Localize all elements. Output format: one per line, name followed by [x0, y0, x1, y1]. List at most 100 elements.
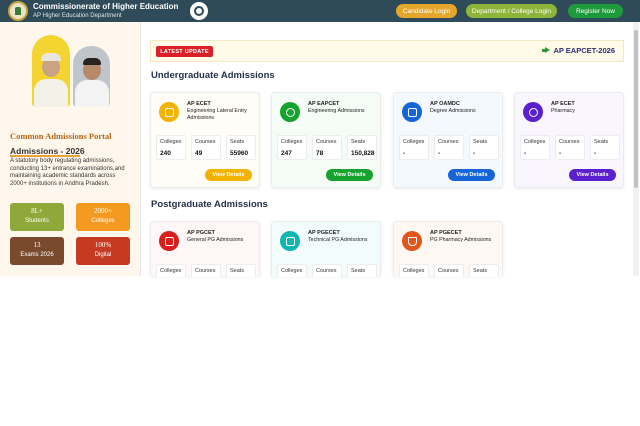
stat-value: 55960 — [230, 150, 249, 157]
stat-label: Courses — [316, 139, 337, 145]
stat-value: - — [438, 150, 441, 157]
card-description: Technical PG Admissions — [308, 237, 368, 243]
stat-colleges: Colleges - — [399, 135, 429, 160]
admission-card-ap-oamdc[interactable]: AP OAMDC Degree Admissions Colleges - Cou… — [393, 92, 503, 188]
view-details-button[interactable]: View Details — [205, 169, 252, 181]
stat-label: Students — [25, 218, 49, 224]
stat-tile-colleges: 2000+ Colleges — [76, 203, 130, 231]
latest-update-bar: LATEST UPDATE AP EAPCET-2026 — [150, 40, 624, 62]
stat-label: Colleges — [403, 268, 425, 274]
ug-section-title: Undergraduate Admissions — [151, 70, 275, 81]
stat-label: Exams 2026 — [20, 252, 54, 258]
portal-title: Common Admissions Portal — [10, 131, 112, 141]
card-stats: Colleges 240 Courses 49 Seats 55960 — [156, 135, 256, 160]
card-stats: Colleges Courses Seats — [399, 264, 499, 277]
stat-label: Courses — [559, 139, 580, 145]
stat-courses: Courses 49 — [191, 135, 221, 160]
stat-label: Courses — [195, 139, 216, 145]
stat-seats: Seats — [469, 264, 499, 277]
graduation-icon — [402, 102, 422, 122]
brand: Commissionerate of Higher Education AP H… — [33, 3, 178, 20]
stat-courses: Courses — [191, 264, 221, 277]
stat-colleges: Colleges 240 — [156, 135, 186, 160]
stat-label: Digital — [94, 252, 112, 258]
stat-label: Seats — [473, 139, 488, 145]
stat-courses: Courses - — [555, 135, 585, 160]
stat-seats: Seats 150,828 — [347, 135, 377, 160]
candidate-login-button[interactable]: Candidate Login — [396, 4, 457, 18]
scrollbar-thumb[interactable] — [634, 30, 638, 188]
view-details-button[interactable]: View Details — [569, 169, 616, 181]
stat-value: - — [524, 150, 527, 157]
flask-icon — [402, 231, 422, 251]
stat-label: Courses — [438, 139, 459, 145]
card-name: AP PGECET — [308, 230, 340, 236]
news-text[interactable]: AP EAPCET-2026 — [553, 46, 615, 55]
card-description: General PG Admissions — [187, 237, 244, 243]
stat-label: Colleges — [281, 268, 303, 274]
stat-tile-digital: 100% Digital — [76, 237, 130, 265]
portal-description: A statutory body regulating admissions, … — [10, 158, 125, 187]
title-underline — [10, 155, 80, 157]
stat-value: - — [559, 150, 562, 157]
stat-label: Colleges — [281, 139, 303, 145]
stat-seats: Seats 55960 — [226, 135, 256, 160]
stat-seats: Seats - — [590, 135, 620, 160]
card-description: Pharmacy — [551, 108, 575, 114]
top-navigation-bar: Commissionerate of Higher Education AP H… — [0, 0, 640, 22]
admission-card-ap-ecet[interactable]: AP ECET Engineering Lateral Entry Admiss… — [150, 92, 260, 188]
stat-value: 100% — [94, 241, 112, 249]
sidebar-divider — [140, 22, 141, 276]
gear-icon — [280, 102, 300, 122]
stat-value: 240 — [160, 150, 171, 157]
card-description: PG Pharmacy Admissions — [430, 237, 492, 243]
stat-value: 49 — [195, 150, 203, 157]
stat-label: Seats — [594, 139, 609, 145]
stat-label: Courses — [195, 268, 216, 274]
leader-photo-left — [32, 35, 70, 107]
stat-courses: Courses 78 — [312, 135, 342, 160]
stat-label: Seats — [351, 139, 366, 145]
megaphone-icon — [542, 47, 550, 54]
stat-value: 150,828 — [351, 150, 375, 157]
card-stats: Colleges - Courses - Seats - — [399, 135, 499, 160]
stat-colleges: Colleges — [277, 264, 307, 277]
stat-courses: Courses — [312, 264, 342, 277]
card-name: AP EAPCET — [308, 101, 340, 107]
stat-label: Seats — [230, 268, 245, 274]
admission-card-ap-eapcet[interactable]: AP EAPCET Engineering Admissions College… — [271, 92, 381, 188]
stat-value: 247 — [281, 150, 292, 157]
card-description: Engineering Lateral Entry Admissions — [187, 108, 247, 121]
logo-icon[interactable] — [8, 1, 28, 21]
stat-tile-students: 8L+ Students — [10, 203, 64, 231]
stat-value: 78 — [316, 150, 324, 157]
stat-seats: Seats - — [469, 135, 499, 160]
card-description: Engineering Admissions — [308, 108, 365, 114]
card-name: AP PGCET — [187, 230, 216, 236]
stat-value: - — [403, 150, 406, 157]
stat-colleges: Colleges - — [520, 135, 550, 160]
stat-value: - — [594, 150, 597, 157]
register-button[interactable]: Register Now — [568, 4, 623, 18]
view-details-button[interactable]: View Details — [448, 169, 495, 181]
admission-card-ap-pgcet[interactable]: AP PGCET General PG Admissions Colleges … — [150, 221, 260, 277]
stat-value: 13 — [33, 241, 41, 249]
admission-card-ap-pgecet-pharmacy[interactable]: AP PGECET PG Pharmacy Admissions College… — [393, 221, 503, 277]
stat-label: Colleges — [160, 268, 182, 274]
certificate-icon — [159, 102, 179, 122]
department-login-button[interactable]: Department / College Login — [466, 4, 557, 18]
stat-colleges: Colleges 247 — [277, 135, 307, 160]
site-title[interactable]: Commissionerate of Higher Education — [33, 3, 178, 11]
admission-card-ap-ecet-pharmacy[interactable]: AP ECET Pharmacy Colleges - Courses - Seat… — [514, 92, 624, 188]
card-stats: Colleges - Courses - Seats - — [520, 135, 620, 160]
latest-update-news[interactable]: AP EAPCET-2026 — [542, 46, 615, 55]
stat-label: Colleges — [160, 139, 182, 145]
sidebar: Common Admissions Portal Admissions - 20… — [0, 22, 140, 276]
view-details-button[interactable]: View Details — [326, 169, 373, 181]
stat-label: Colleges — [403, 139, 425, 145]
admission-card-ap-pgecet-technical[interactable]: AP PGECET Technical PG Admissions Colleg… — [271, 221, 381, 277]
stat-label: Seats — [230, 139, 245, 145]
pharmacy-icon — [523, 102, 543, 122]
stat-courses: Courses - — [434, 135, 464, 160]
stat-value: 8L+ — [31, 207, 43, 215]
